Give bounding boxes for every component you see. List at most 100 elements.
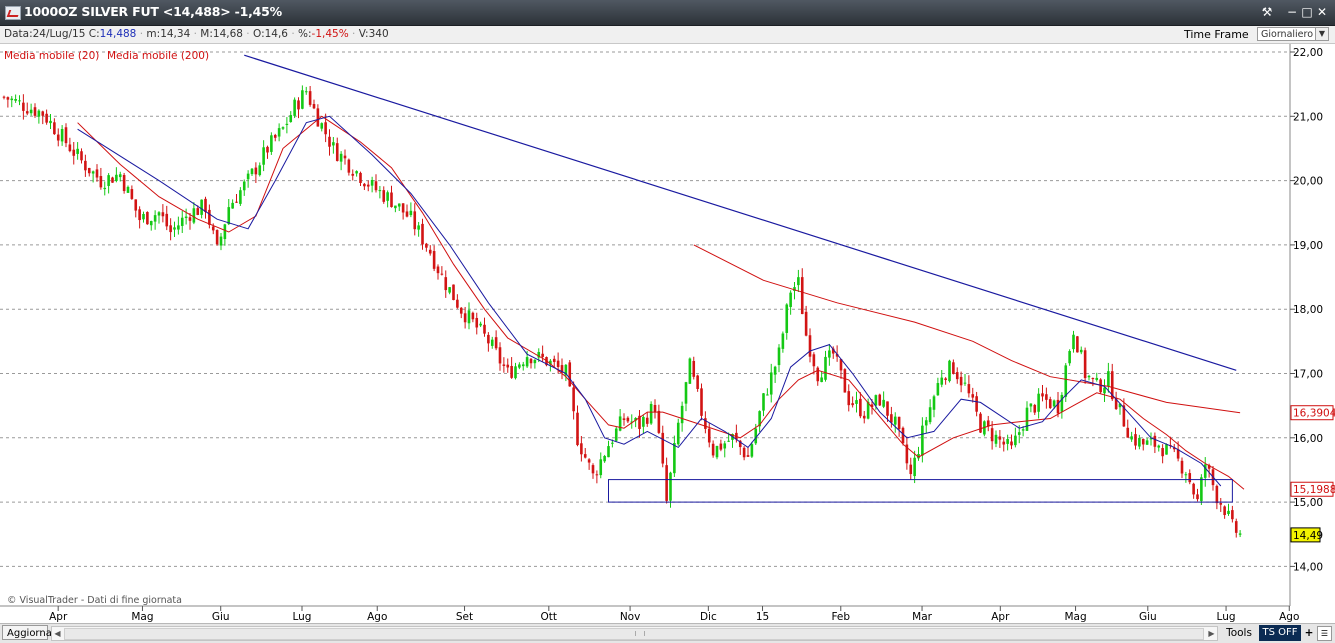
- tools-button[interactable]: Tools: [1221, 624, 1257, 642]
- add-button[interactable]: +: [1302, 624, 1316, 642]
- y-tick-label: 14,00: [1293, 561, 1323, 573]
- candle-body: [211, 226, 215, 231]
- candle-body: [762, 393, 765, 411]
- candle-body: [1076, 336, 1079, 353]
- candle-body: [64, 127, 68, 144]
- candle-body: [277, 128, 281, 137]
- candle-body: [18, 100, 21, 102]
- candle-body: [614, 428, 618, 441]
- timeframe-select[interactable]: Giornaliero ▼: [1257, 27, 1329, 41]
- candle-body: [618, 416, 622, 431]
- candle-body: [1196, 494, 1199, 500]
- candle-body: [347, 159, 351, 173]
- candle-body: [487, 334, 490, 344]
- candle-body: [642, 416, 645, 427]
- scroll-left-icon[interactable]: ◀: [52, 627, 63, 640]
- candle-body: [1157, 445, 1161, 448]
- candle-body: [510, 365, 513, 378]
- bottom-toolbar: Aggiorna ◀ ▶ Tools TS OFF + ☰: [0, 623, 1335, 643]
- x-tick-label: Nov: [620, 611, 641, 623]
- candle-body: [1161, 448, 1164, 457]
- candle-body: [103, 187, 107, 190]
- candle-body: [626, 417, 630, 422]
- candle-body: [126, 186, 130, 193]
- candle-body: [184, 216, 188, 219]
- candle-body: [76, 148, 79, 154]
- candle-body: [921, 425, 924, 456]
- candle-body: [828, 350, 831, 358]
- legend-ma20: Media mobile (20): [4, 50, 99, 62]
- candle-body: [440, 273, 444, 275]
- candle-body: [405, 211, 409, 217]
- volume-label: V:: [358, 28, 369, 40]
- maximize-icon[interactable]: □: [1300, 5, 1314, 19]
- candle-body: [246, 173, 250, 180]
- candle-body: [118, 174, 122, 178]
- candle-body: [994, 434, 998, 444]
- date-label: Data:: [4, 28, 33, 40]
- candle-body: [661, 432, 665, 464]
- candle-body: [231, 202, 234, 209]
- candle-body: [541, 353, 544, 357]
- max-label: M:: [200, 28, 213, 40]
- dropdown-arrow-icon[interactable]: ▼: [1315, 28, 1328, 40]
- candle-body: [1060, 394, 1064, 412]
- candle-body: [843, 369, 847, 393]
- refresh-button[interactable]: Aggiorna: [2, 625, 52, 640]
- horizontal-scrollbar[interactable]: ◀ ▶: [51, 626, 1218, 641]
- candle-body: [107, 175, 110, 186]
- x-axis-ticks: Apr Mag Giu Lug Ago Set Ott Nov Dic 15 Feb Mar Apr Ma…: [49, 606, 1299, 623]
- candle-body: [990, 428, 994, 442]
- candle-body: [401, 203, 405, 213]
- candle-body: [273, 134, 277, 138]
- candle-body: [72, 149, 76, 156]
- candle-body: [304, 91, 308, 93]
- candle-body: [955, 372, 959, 380]
- candle-body: [785, 304, 789, 333]
- candle-body: [878, 394, 882, 406]
- candle-body: [1014, 435, 1017, 446]
- scroll-thumb[interactable]: [64, 628, 1204, 640]
- candle-body: [583, 454, 587, 458]
- candle-body: [467, 310, 471, 324]
- candle-body: [552, 358, 556, 362]
- candle-body: [1025, 407, 1029, 431]
- candle-body: [29, 109, 33, 114]
- candle-body: [769, 372, 773, 395]
- candle-body: [766, 394, 769, 396]
- candle-body: [432, 251, 436, 269]
- candle-body: [53, 122, 56, 135]
- candle-body: [928, 407, 932, 423]
- candle-body: [2, 96, 6, 98]
- candle-body: [370, 179, 374, 186]
- ts-off-button[interactable]: TS OFF: [1259, 625, 1301, 641]
- minimize-icon[interactable]: −: [1285, 5, 1299, 19]
- scroll-right-icon[interactable]: ▶: [1206, 627, 1217, 640]
- candle-body: [622, 418, 626, 420]
- candle-body: [335, 143, 339, 161]
- candle-body: [855, 400, 858, 404]
- candle-body: [975, 396, 978, 412]
- candle-body: [459, 307, 463, 314]
- min-value: 14,34: [160, 28, 191, 40]
- candle-body: [576, 412, 579, 446]
- candle-body: [60, 129, 64, 142]
- candle-body: [1200, 477, 1203, 502]
- candle-body: [428, 249, 432, 254]
- x-tick-label: Ago: [1279, 611, 1299, 623]
- candle-body: [862, 415, 866, 419]
- tools-icon[interactable]: ⚒: [1260, 5, 1274, 19]
- close-icon[interactable]: ✕: [1315, 5, 1329, 19]
- candle-body: [967, 384, 971, 394]
- candle-body: [1141, 439, 1145, 445]
- x-tick-label: 15: [756, 611, 769, 623]
- price-chart[interactable]: 22,00 21,00 20,00 19,00 18,00 17,00 16,00 15,00…: [0, 44, 1335, 623]
- candle-body: [91, 171, 95, 174]
- close-value: 14,488: [99, 28, 137, 40]
- candle-body: [153, 215, 157, 222]
- menu-icon[interactable]: ☰: [1317, 626, 1332, 641]
- candle-body: [1095, 377, 1099, 380]
- candle-body: [196, 208, 200, 215]
- candle-body: [859, 398, 862, 417]
- candle-body: [773, 366, 777, 375]
